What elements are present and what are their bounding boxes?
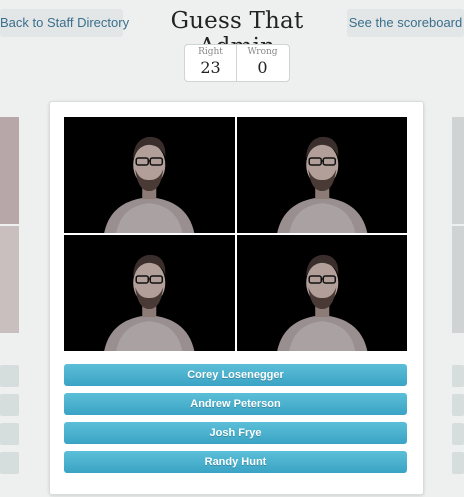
- previous-card-photo: [0, 226, 19, 333]
- portrait-photo: [64, 235, 235, 351]
- wrong-score: Wrong 0: [237, 45, 288, 81]
- quiz-card: Corey Losenegger Andrew Peterson Josh Fr…: [49, 101, 424, 495]
- next-card-button: [452, 394, 464, 416]
- previous-card-buttons: [0, 365, 19, 481]
- right-score-label: Right: [198, 47, 223, 57]
- previous-card-button: [0, 452, 19, 474]
- answer-button[interactable]: Andrew Peterson: [64, 393, 407, 415]
- previous-card-button: [0, 365, 19, 387]
- wrong-score-value: 0: [257, 58, 268, 77]
- portrait-photo: [64, 117, 235, 233]
- next-card-buttons: [452, 365, 464, 481]
- right-score: Right 23: [185, 45, 237, 81]
- answer-list: Corey Losenegger Andrew Peterson Josh Fr…: [64, 364, 407, 480]
- portrait-photo: [236, 117, 407, 233]
- photo-grid: [64, 117, 407, 351]
- previous-card-button: [0, 394, 19, 416]
- previous-card-photo: [0, 117, 19, 224]
- next-card-photo: [452, 117, 464, 224]
- previous-card-button: [0, 423, 19, 445]
- next-card-photo: [452, 226, 464, 333]
- next-card-button: [452, 423, 464, 445]
- next-card-button: [452, 452, 464, 474]
- wrong-score-label: Wrong: [247, 47, 278, 57]
- previous-card-preview: [0, 117, 19, 474]
- top-bar: Back to Staff Directory Guess That Admin…: [0, 0, 464, 60]
- score-board: Right 23 Wrong 0: [184, 44, 290, 82]
- next-card-preview: [452, 117, 464, 474]
- answer-button[interactable]: Randy Hunt: [64, 451, 407, 473]
- back-to-staff-directory-link[interactable]: Back to Staff Directory: [0, 9, 129, 37]
- portrait-photo: [236, 235, 407, 351]
- answer-button[interactable]: Corey Losenegger: [64, 364, 407, 386]
- see-scoreboard-link[interactable]: See the scoreboard: [347, 9, 464, 37]
- right-score-value: 23: [200, 58, 221, 77]
- answer-button[interactable]: Josh Frye: [64, 422, 407, 444]
- next-card-button: [452, 365, 464, 387]
